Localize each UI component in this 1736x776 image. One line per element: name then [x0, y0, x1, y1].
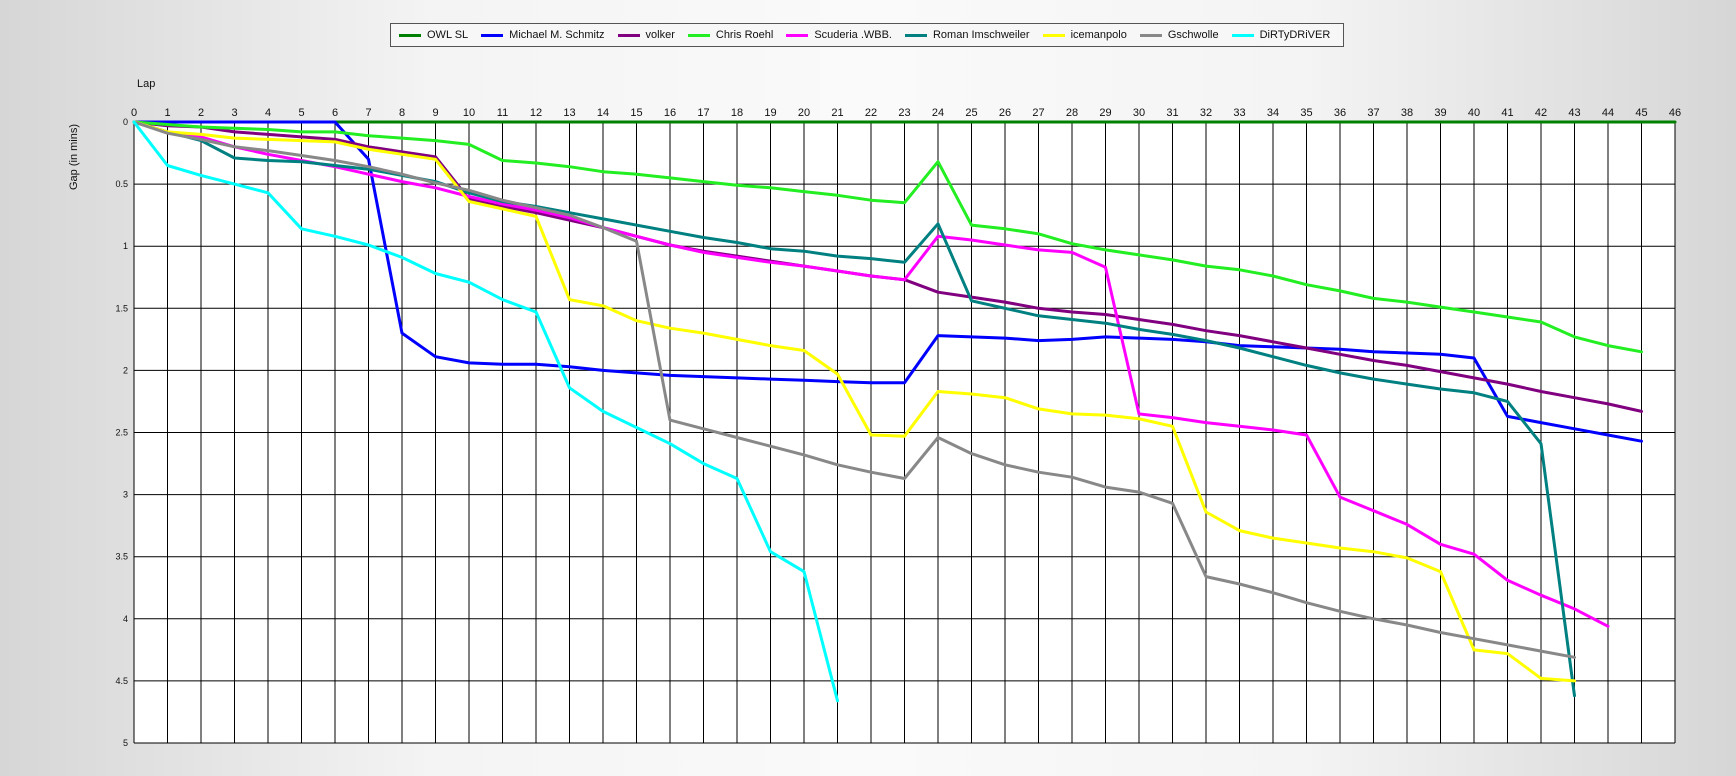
legend-item: Gschwolle	[1139, 29, 1219, 41]
x-tick-label: 19	[764, 107, 776, 119]
legend-item: volker	[617, 29, 675, 41]
x-tick-label: 30	[1133, 107, 1145, 119]
x-tick-label: 28	[1066, 107, 1078, 119]
legend-swatch	[617, 33, 640, 37]
x-tick-label: 24	[932, 107, 944, 119]
x-tick-label: 41	[1501, 107, 1513, 119]
x-tick-label: 22	[865, 107, 877, 119]
y-tick-label: 1	[123, 241, 128, 251]
legend-item: icemanpolo	[1042, 29, 1127, 41]
x-tick-label: 39	[1434, 107, 1446, 119]
legend-label: Gschwolle	[1167, 29, 1219, 41]
x-tick-label: 13	[563, 107, 575, 119]
legend-swatch	[904, 33, 927, 37]
legend-item: OWL SL	[399, 29, 468, 41]
chart-container: 0 1 2 3 4 5 6 7 8 9 10 11 12 13 14 15 16 17 18 19 20 21 22 23 24…	[0, 0, 1736, 776]
legend-label: DiRTyDRiVER	[1259, 29, 1331, 41]
x-tick-label: 33	[1233, 107, 1245, 119]
x-tick-label: 40	[1468, 107, 1480, 119]
x-tick-label: 11	[497, 107, 508, 119]
x-tick-label: 35	[1300, 107, 1312, 119]
legend-label: OWL SL	[427, 29, 469, 41]
legend-item: DiRTyDRiVER	[1231, 29, 1331, 41]
y-tick-label: 3	[123, 490, 128, 500]
x-tick-label: 17	[697, 107, 709, 119]
x-tick-label: 29	[1099, 107, 1111, 119]
legend-swatch	[481, 33, 504, 37]
x-tick-label: 32	[1200, 107, 1212, 119]
y-tick-label: 1.5	[115, 303, 128, 313]
x-tick-label: 2	[198, 107, 204, 119]
legend-swatch	[1139, 33, 1162, 37]
x-tick-label: 4	[265, 107, 271, 119]
x-tick-label: 0	[131, 107, 137, 119]
x-tick-label: 8	[399, 107, 405, 119]
y-axis-title: Gap (in mins)	[68, 123, 80, 191]
y-tick-label: 0.5	[115, 179, 128, 189]
legend-item: Chris Roehl	[687, 29, 774, 41]
x-tick-label: 46	[1669, 107, 1681, 119]
legend-label: icemanpolo	[1070, 29, 1127, 41]
x-tick-label: 26	[999, 107, 1011, 119]
x-tick-label: 18	[731, 107, 743, 119]
y-tick-label: 4	[123, 614, 128, 624]
legend-swatch	[399, 33, 421, 37]
x-tick-label: 20	[798, 107, 810, 119]
x-tick-label: 9	[432, 107, 438, 119]
legend-item: Roman Imschweiler	[904, 29, 1030, 41]
legend-item: Scuderia .WBB.	[786, 29, 892, 41]
y-tick-label: 0	[123, 117, 128, 127]
x-axis-title: Lap	[137, 78, 156, 90]
x-tick-label: 27	[1032, 107, 1044, 119]
y-tick-label: 5	[123, 738, 128, 748]
x-tick-label: 25	[965, 107, 977, 119]
legend-item: Michael M. Schmitz	[481, 29, 605, 41]
x-tick-label: 6	[332, 107, 338, 119]
legend-swatch	[1042, 33, 1065, 37]
x-tick-label: 1	[164, 107, 170, 119]
x-tick-label: 42	[1535, 107, 1547, 119]
y-tick-label: 2	[123, 365, 128, 375]
legend-label: volker	[645, 29, 675, 41]
y-tick-label: 3.5	[115, 552, 128, 562]
legend-swatch	[687, 33, 710, 37]
y-tick-label: 4.5	[115, 676, 128, 686]
x-tick-label: 16	[664, 107, 676, 119]
legend-label: Michael M. Schmitz	[509, 29, 605, 41]
x-tick-label: 23	[898, 107, 910, 119]
lap-gap-chart: 0 1 2 3 4 5 6 7 8 9 10 11 12 13 14 15 16 17 18 19 20 21 22 23 24…	[115, 107, 1681, 748]
x-tick-label: 15	[630, 107, 642, 119]
x-tick-label: 10	[463, 107, 475, 119]
legend-label: Scuderia .WBB.	[814, 29, 892, 41]
x-tick-label: 38	[1401, 107, 1413, 119]
y-tick-label: 2.5	[115, 428, 128, 438]
x-tick-label: 14	[597, 107, 609, 119]
legend-label: Roman Imschweiler	[932, 29, 1030, 41]
legend-swatch	[786, 33, 809, 37]
x-tick-label: 45	[1635, 107, 1647, 119]
x-tick-label: 21	[831, 107, 843, 119]
x-tick-label: 44	[1602, 107, 1614, 119]
x-tick-label: 36	[1334, 107, 1346, 119]
x-tick-label: 34	[1267, 107, 1279, 119]
x-tick-label: 31	[1166, 107, 1178, 119]
x-tick-label: 3	[231, 107, 237, 119]
x-tick-label: 7	[365, 107, 371, 119]
x-tick-label: 37	[1367, 107, 1379, 119]
x-tick-label: 5	[298, 107, 304, 119]
legend-swatch	[1231, 33, 1254, 37]
legend: OWL SL Michael M. Schmitz volker Chris Roeh…	[390, 23, 1344, 47]
legend-label: Chris Roehl	[715, 29, 774, 41]
x-tick-label: 43	[1568, 107, 1580, 119]
x-tick-label: 12	[530, 107, 542, 119]
